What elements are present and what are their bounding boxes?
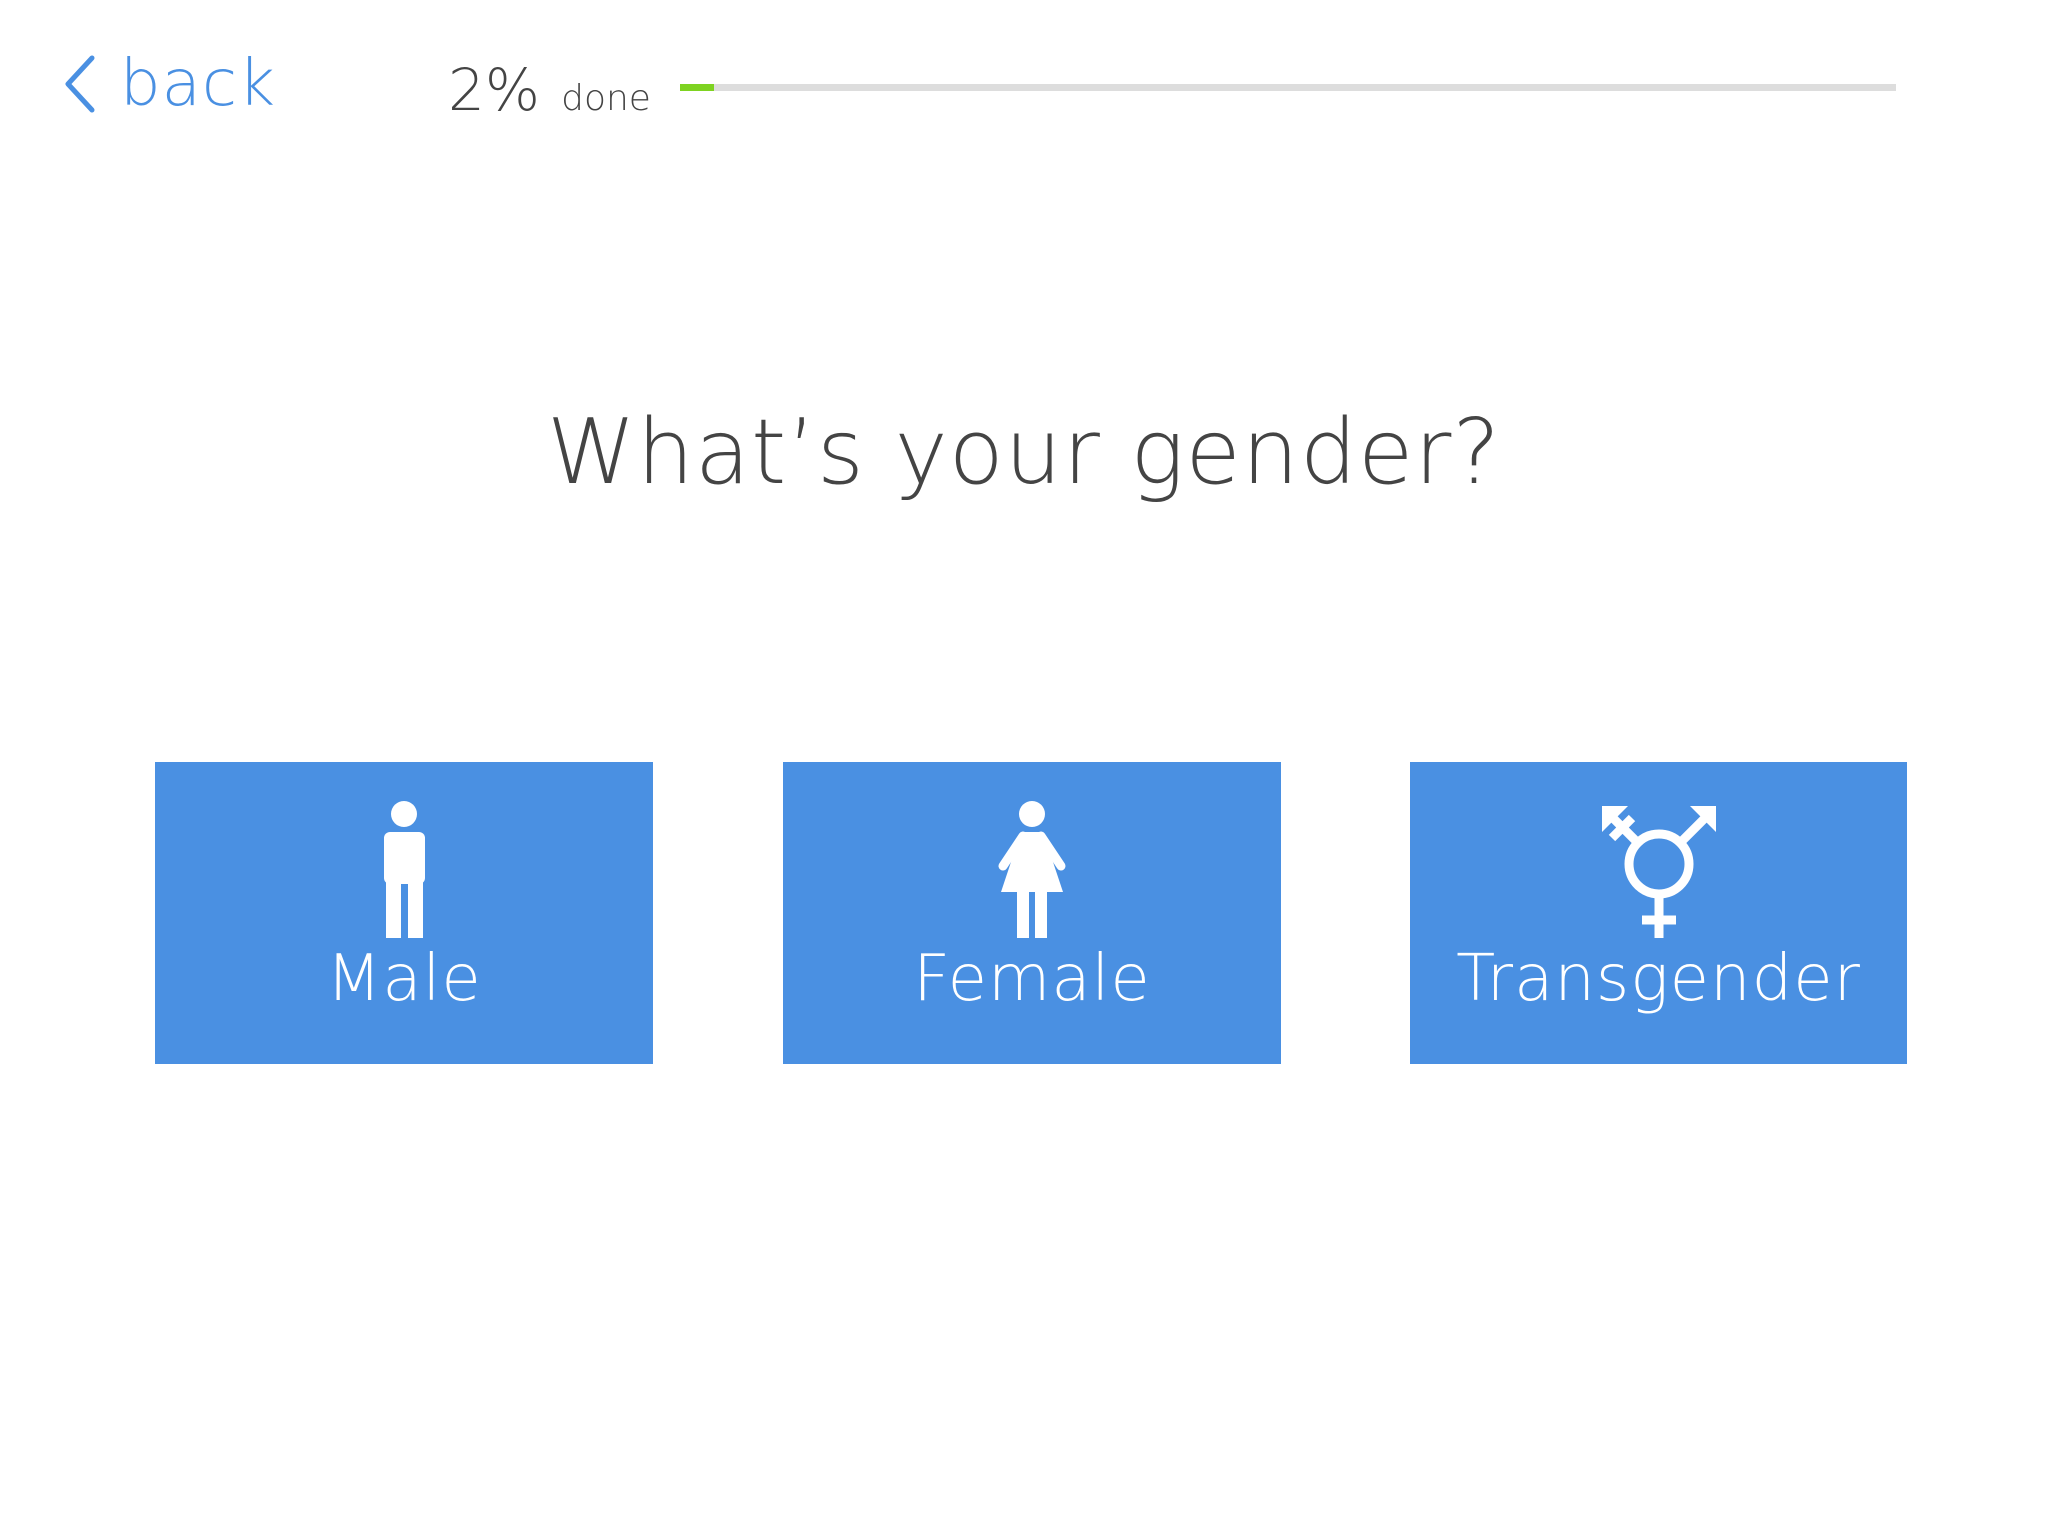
progress-bar [680, 84, 1896, 91]
transgender-option-button[interactable]: Transgender [1410, 762, 1907, 1064]
male-option-label: Male [326, 942, 482, 1016]
question-title: What’s your gender? [546, 400, 1502, 505]
progress-bar-fill [680, 84, 715, 91]
female-option-button[interactable]: Female [783, 762, 1281, 1064]
back-label: back [120, 47, 277, 121]
back-button[interactable]: back [62, 48, 276, 120]
progress-text: 2% done [448, 56, 651, 124]
female-option-label: Female [913, 942, 1151, 1016]
transgender-option-label: Transgender [1456, 942, 1861, 1016]
female-figure-icon [998, 801, 1066, 938]
progress-percent: 2% [448, 56, 541, 124]
chevron-left-icon [65, 55, 95, 113]
transgender-symbol-icon [1601, 806, 1716, 938]
progress-done-label: done [561, 78, 651, 119]
male-option-button[interactable]: Male [155, 762, 653, 1064]
male-figure-icon [384, 801, 425, 938]
